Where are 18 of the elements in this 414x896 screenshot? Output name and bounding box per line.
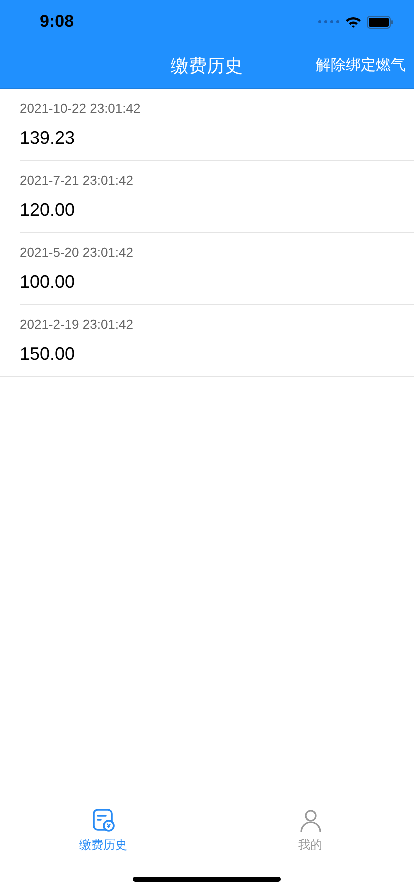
- status-time: 9:08: [40, 12, 74, 32]
- bill-icon: [92, 808, 116, 833]
- unbind-button[interactable]: 解除绑定燃气: [316, 56, 406, 75]
- payment-amount: 150.00: [20, 342, 76, 364]
- payment-time: 2021-7-21 23:01:42: [20, 172, 134, 188]
- payment-amount: 100.00: [20, 270, 76, 292]
- signal-icon: [318, 20, 340, 24]
- wifi-icon: [345, 16, 362, 28]
- payment-amount: 120.00: [20, 198, 76, 220]
- payment-time: 2021-10-22 23:01:42: [20, 100, 142, 116]
- tab-item[interactable]: 缴费历史: [0, 800, 207, 862]
- person-icon: [298, 808, 322, 833]
- tab-item[interactable]: 我的: [207, 800, 414, 862]
- payment-time: 2021-2-19 23:01:42: [20, 316, 134, 332]
- payment-amount: 139.23: [20, 126, 76, 148]
- page-title: 缴费历史: [171, 55, 243, 78]
- battery-icon: [367, 16, 394, 28]
- payment-time: 2021-5-20 23:01:42: [20, 244, 134, 260]
